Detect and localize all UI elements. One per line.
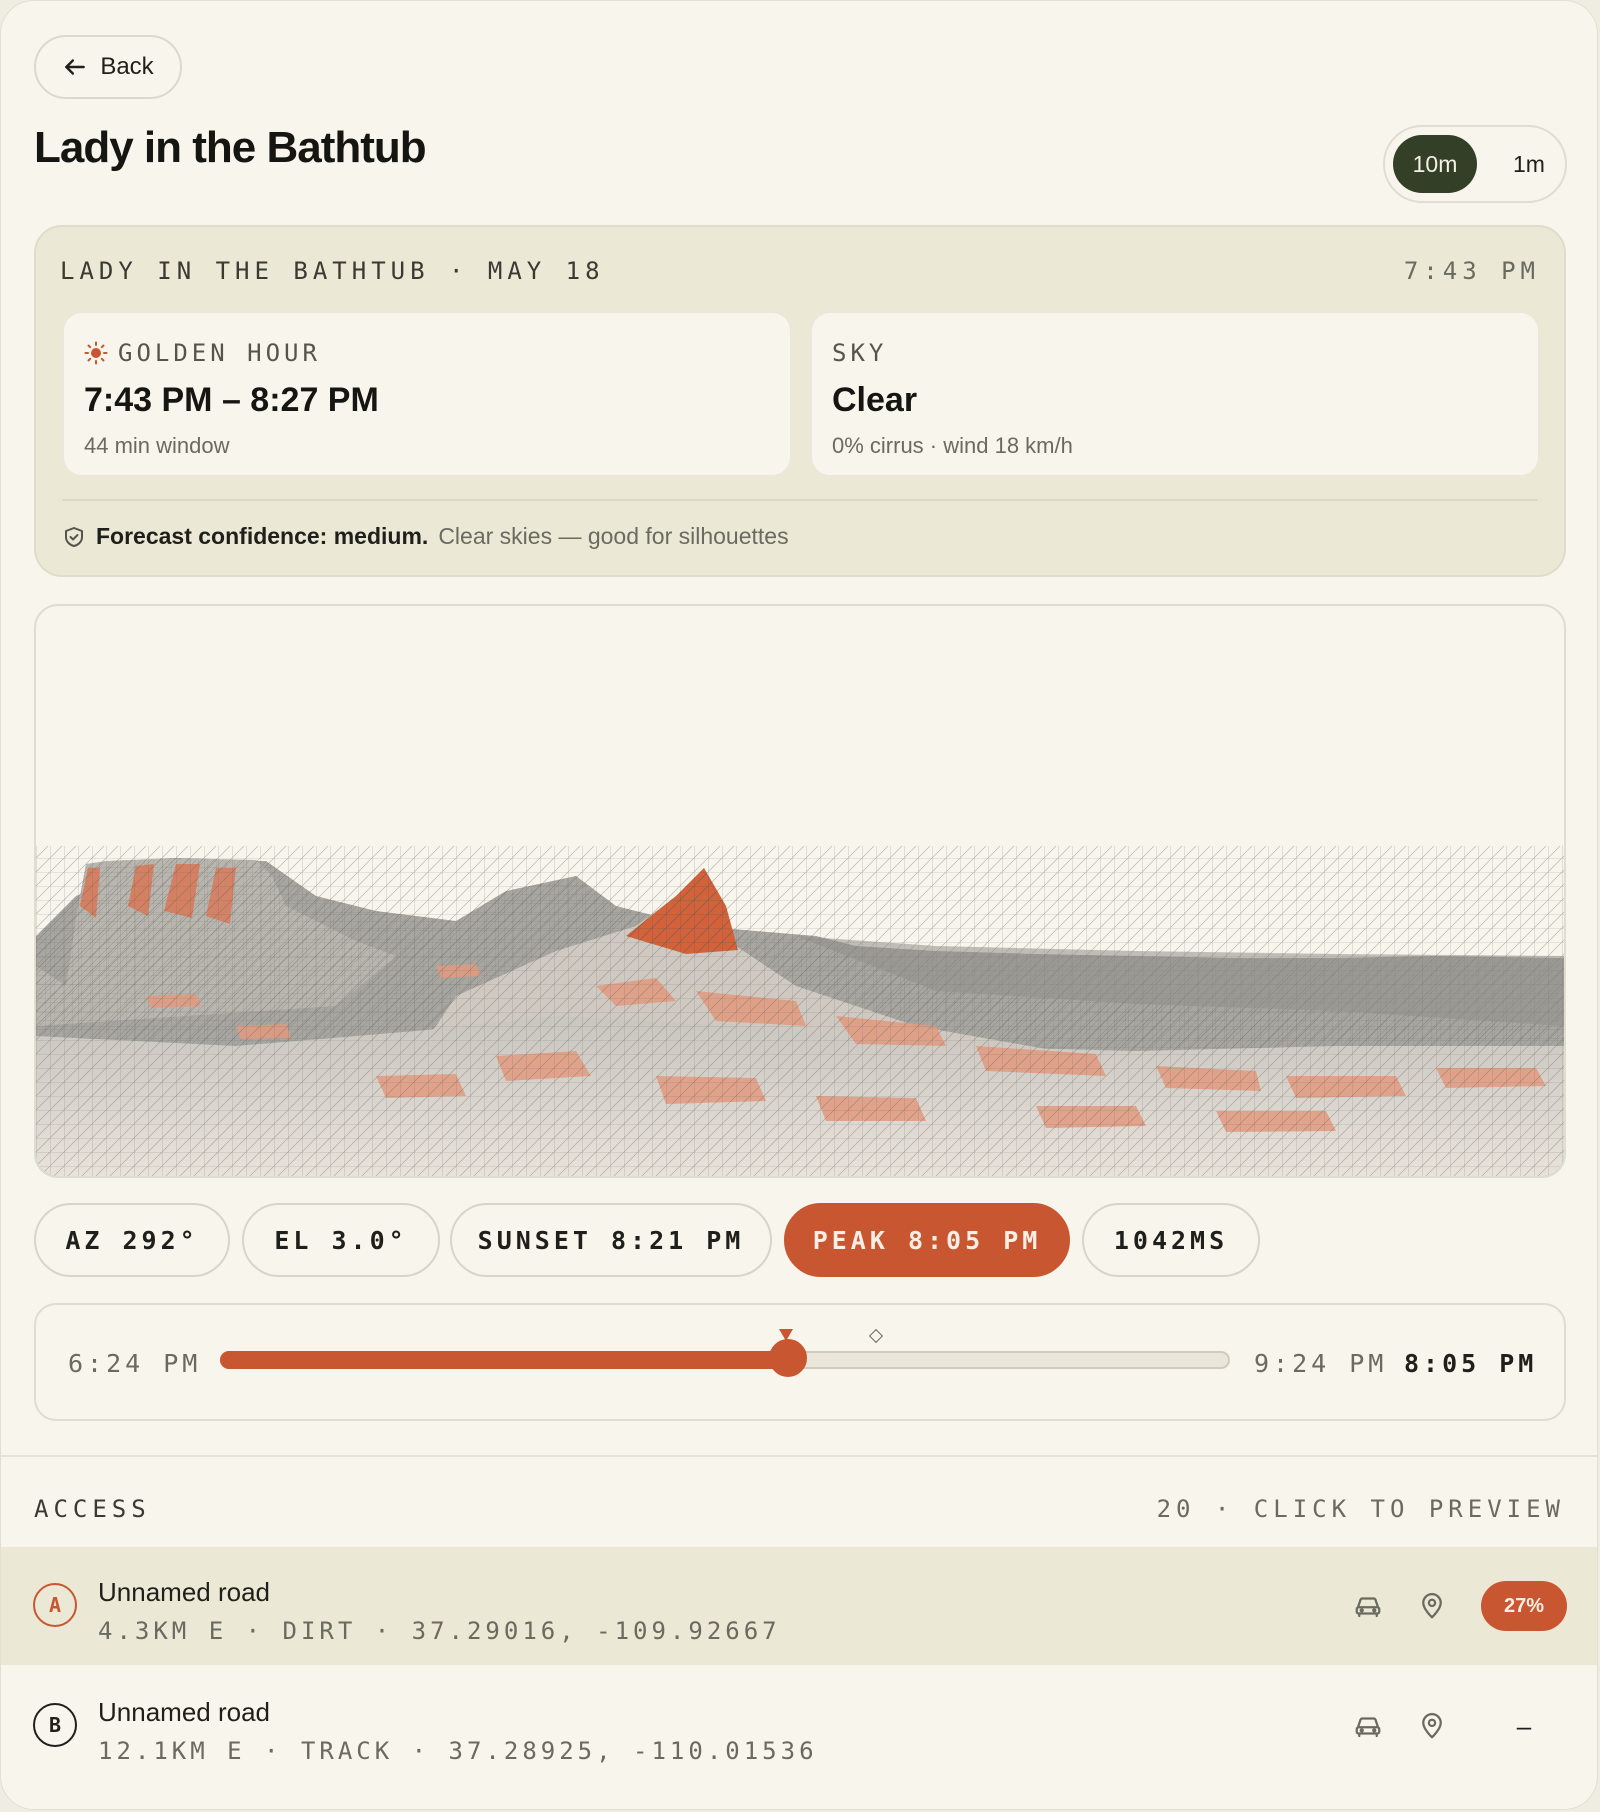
golden-hour-card: GOLDEN HOUR 7:43 PM – 8:27 PM 44 min win… — [62, 311, 792, 477]
resolution-toggle: 10m 1m — [1383, 125, 1567, 203]
access-heading: ACCESS — [34, 1495, 151, 1523]
forecast-panel: LADY IN THE BATHTUB · MAY 18 7:43 PM GOL… — [34, 225, 1566, 577]
forecast-confidence: Forecast confidence: medium. Clear skies… — [62, 523, 789, 550]
section-divider — [1, 1455, 1597, 1457]
access-badge: A — [33, 1583, 77, 1627]
arrow-left-icon — [65, 59, 86, 75]
back-button[interactable]: Back — [34, 35, 182, 99]
confidence-note: Clear skies — good for silhouettes — [438, 523, 789, 549]
golden-hour-sub: 44 min window — [84, 433, 230, 458]
sunset-chip[interactable]: SUNSET 8:21 PM — [450, 1203, 772, 1277]
time-slider-track[interactable] — [220, 1328, 1230, 1377]
sky-label: SKY — [832, 339, 888, 367]
terrain-view[interactable] — [34, 604, 1566, 1178]
peak-chip[interactable]: PEAK 8:05 PM — [784, 1203, 1070, 1277]
sun-icon — [84, 341, 108, 365]
timeline-end: 9:24 PM — [1254, 1349, 1388, 1378]
coverage-badge: – — [1516, 1710, 1532, 1741]
golden-hour-label-text: GOLDEN HOUR — [118, 339, 321, 367]
resolution-option-10m[interactable]: 10m — [1393, 135, 1477, 193]
render-time-chip[interactable]: 1042MS — [1082, 1203, 1260, 1277]
access-row[interactable]: A Unnamed road 4.3KM E · DIRT · 37.29016… — [1, 1547, 1597, 1665]
back-label: Back — [100, 53, 154, 80]
car-icon[interactable] — [1353, 1711, 1383, 1741]
time-slider-handle[interactable] — [769, 1339, 808, 1377]
map-pin-icon[interactable] — [1417, 1591, 1447, 1621]
access-meta: 12.1KM E · TRACK · 37.28925, -110.01536 — [98, 1737, 818, 1765]
forecast-heading: LADY IN THE BATHTUB · MAY 18 — [60, 257, 605, 285]
golden-hour-value: 7:43 PM – 8:27 PM — [84, 381, 379, 419]
sky-value: Clear — [832, 381, 918, 419]
sky-sub: 0% cirrus · wind 18 km/h — [832, 433, 1073, 458]
timeline-current: 8:05 PM — [1404, 1349, 1538, 1378]
confidence-label: Forecast confidence: medium. — [96, 523, 429, 549]
timeline-start: 6:24 PM — [68, 1349, 202, 1378]
access-row[interactable]: B Unnamed road 12.1KM E · TRACK · 37.289… — [1, 1667, 1597, 1785]
resolution-option-1m[interactable]: 1m — [1487, 135, 1571, 193]
access-count: 20 · CLICK TO PREVIEW — [1156, 1495, 1565, 1523]
forecast-divider — [62, 499, 1538, 501]
time-slider-fill — [220, 1351, 787, 1369]
forecast-time: 7:43 PM — [1403, 257, 1540, 285]
page-title: Lady in the Bathtub — [34, 123, 427, 172]
sunset-marker-icon — [868, 1328, 883, 1344]
elevation-chip[interactable]: EL 3.0° — [242, 1203, 440, 1277]
golden-hour-label: GOLDEN HOUR — [84, 339, 321, 367]
access-name: Unnamed road — [98, 1697, 270, 1727]
map-pin-icon[interactable] — [1417, 1711, 1447, 1741]
access-name: Unnamed road — [98, 1577, 270, 1607]
sky-card: SKY Clear 0% cirrus · wind 18 km/h — [810, 311, 1540, 477]
app-window: Back Lady in the Bathtub 10m 1m LADY IN … — [0, 0, 1598, 1810]
car-icon[interactable] — [1353, 1591, 1383, 1621]
shield-check-icon — [65, 526, 83, 547]
terrain-mesh-render[interactable] — [36, 606, 1564, 1176]
azimuth-chip[interactable]: AZ 292° — [34, 1203, 230, 1277]
time-slider-panel: 6:24 PM 9:24 PM 8:05 PM — [34, 1303, 1566, 1421]
access-badge: B — [33, 1703, 77, 1747]
coverage-badge: 27% — [1481, 1581, 1567, 1631]
access-meta: 4.3KM E · DIRT · 37.29016, -109.92667 — [98, 1617, 781, 1645]
